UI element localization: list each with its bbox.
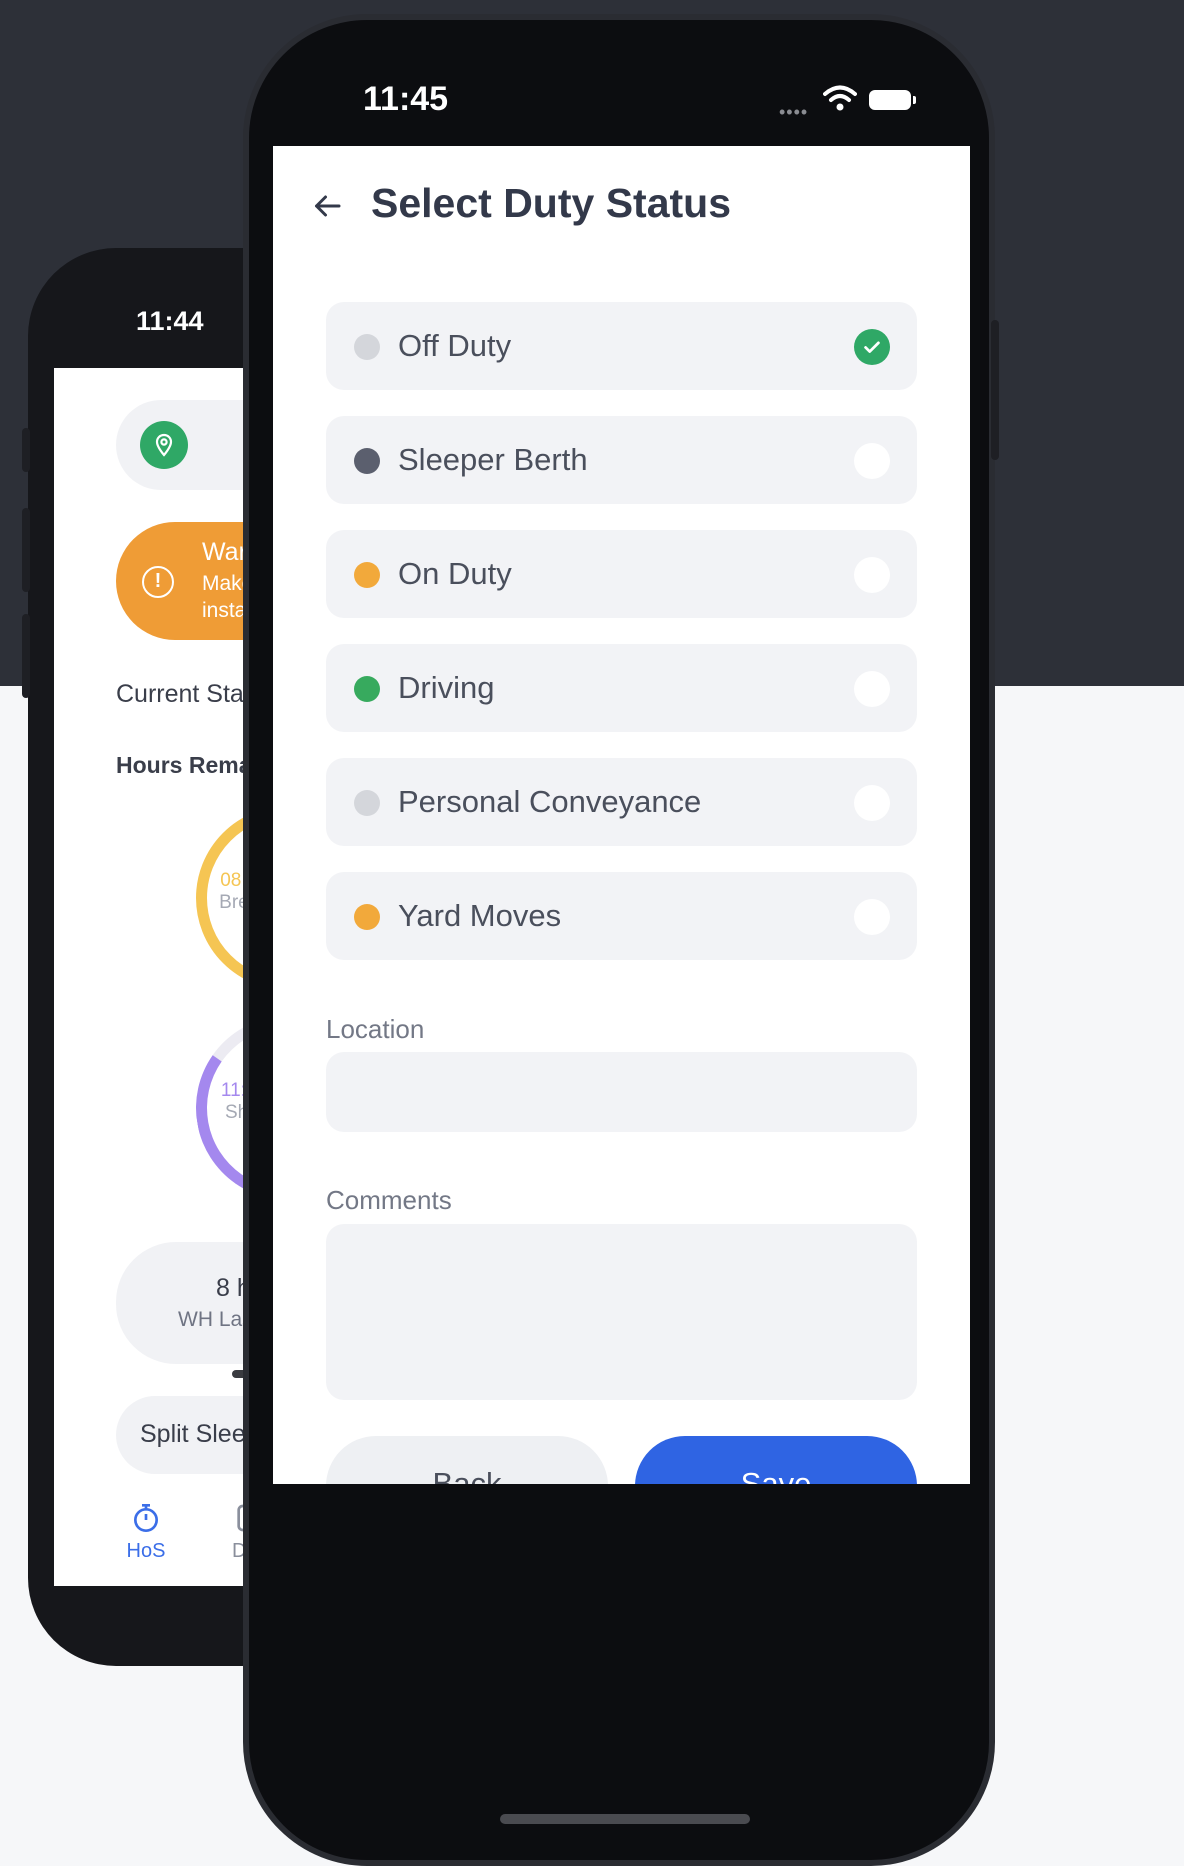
status-dot bbox=[354, 562, 380, 588]
save-button[interactable]: Save bbox=[635, 1436, 917, 1484]
radio-unselected bbox=[854, 899, 890, 935]
signal-icon: •••• bbox=[779, 102, 809, 122]
duty-option-sleeper-berth[interactable]: Sleeper Berth bbox=[326, 416, 917, 504]
option-label: Sleeper Berth bbox=[398, 442, 588, 477]
radio-unselected bbox=[854, 557, 890, 593]
alert-icon: ! bbox=[142, 566, 174, 598]
status-bar-time: 11:45 bbox=[363, 80, 449, 118]
status-dot bbox=[354, 904, 380, 930]
status-dot bbox=[354, 790, 380, 816]
location-pin-icon bbox=[140, 421, 188, 469]
comments-textarea[interactable] bbox=[326, 1224, 917, 1400]
radio-unselected bbox=[854, 671, 890, 707]
status-dot bbox=[354, 334, 380, 360]
status-dot bbox=[354, 448, 380, 474]
side-button bbox=[991, 320, 999, 460]
option-label: Yard Moves bbox=[398, 898, 562, 933]
option-label: Personal Conveyance bbox=[398, 784, 702, 819]
tab-hos-label: HoS bbox=[126, 1540, 166, 1562]
duty-option-off-duty[interactable]: Off Duty bbox=[326, 302, 917, 390]
location-label: Location bbox=[326, 1014, 425, 1044]
comments-label: Comments bbox=[326, 1185, 452, 1215]
stopwatch-icon bbox=[134, 1504, 158, 1532]
front-phone: 11:45 •••• Select Duty Status Off Duty S… bbox=[243, 14, 999, 1866]
front-phone-screen: Select Duty Status Off Duty Sleeper Bert… bbox=[273, 146, 970, 1484]
tab-hos[interactable]: HoS bbox=[106, 1502, 186, 1563]
radio-unselected bbox=[854, 785, 890, 821]
page-title: Select Duty Status bbox=[371, 180, 731, 226]
option-label: On Duty bbox=[398, 556, 512, 591]
battery-icon bbox=[869, 90, 916, 110]
volume-down-button bbox=[22, 614, 30, 698]
wifi-icon bbox=[823, 85, 857, 111]
back-arrow-icon[interactable] bbox=[309, 188, 345, 224]
option-label: Driving bbox=[398, 670, 495, 705]
location-input[interactable] bbox=[326, 1052, 917, 1132]
duty-option-yard-moves[interactable]: Yard Moves bbox=[326, 872, 917, 960]
duty-option-driving[interactable]: Driving bbox=[326, 644, 917, 732]
duty-option-personal-conveyance[interactable]: Personal Conveyance bbox=[326, 758, 917, 846]
status-dot bbox=[354, 676, 380, 702]
home-indicator bbox=[500, 1814, 750, 1824]
checkmark-icon bbox=[854, 329, 890, 365]
volume-up-button bbox=[22, 508, 30, 592]
duty-option-on-duty[interactable]: On Duty bbox=[326, 530, 917, 618]
status-bar-time: 11:44 bbox=[136, 306, 204, 336]
option-label: Off Duty bbox=[398, 328, 512, 363]
back-button[interactable]: Back bbox=[326, 1436, 608, 1484]
mute-switch bbox=[22, 428, 30, 472]
radio-unselected bbox=[854, 443, 890, 479]
